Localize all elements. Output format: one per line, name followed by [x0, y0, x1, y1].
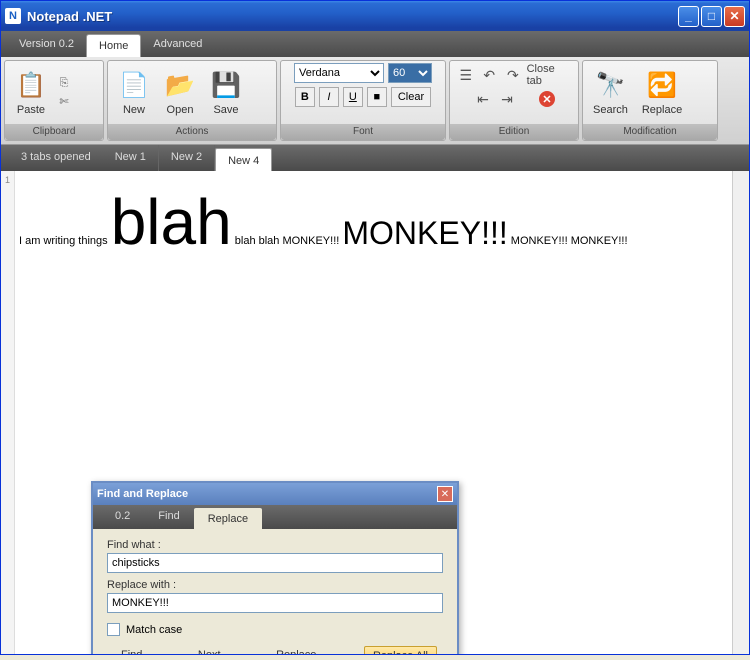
close-tab-icon[interactable]: ✕	[539, 91, 555, 107]
dialog-find-button[interactable]: Find	[113, 646, 150, 654]
dialog-tabs: 0.2 Find Replace	[93, 505, 457, 529]
text-segment: blah blah MONKEY!!!	[232, 235, 343, 247]
dialog-next-button[interactable]: Next	[190, 646, 229, 654]
menu-home[interactable]: Home	[86, 34, 141, 57]
list-icon[interactable]: ☰	[456, 65, 476, 85]
find-input[interactable]	[107, 553, 443, 573]
dialog-tab-replace[interactable]: Replace	[194, 508, 262, 529]
app-window: N Notepad .NET _ □ ✕ Version 0.2 Home Ad…	[0, 0, 750, 655]
replace-icon: 🔁	[646, 70, 678, 102]
close-button[interactable]: ✕	[724, 6, 745, 27]
window-title: Notepad .NET	[27, 9, 678, 24]
folder-open-icon: 📂	[164, 70, 196, 102]
line-gutter: 1	[1, 171, 15, 654]
tab-new-1[interactable]: New 1	[103, 145, 159, 171]
search-button[interactable]: 🔭 Search	[587, 68, 634, 118]
vertical-scrollbar[interactable]	[732, 171, 749, 654]
group-label-edition: Edition	[450, 124, 578, 140]
replace-input[interactable]	[107, 593, 443, 613]
indent-left-icon[interactable]: ⇤	[473, 89, 493, 109]
find-replace-dialog: Find and Replace ✕ 0.2 Find Replace Find…	[91, 481, 459, 654]
cut-icon[interactable]: ✄	[55, 94, 73, 110]
text-segment: blah	[111, 186, 232, 258]
group-label-modification: Modification	[583, 124, 717, 140]
binoculars-icon: 🔭	[594, 70, 626, 102]
ribbon-group-modification: 🔭 Search 🔁 Replace Modification	[582, 60, 718, 141]
tabs-count: 3 tabs opened	[9, 145, 103, 171]
group-label-actions: Actions	[108, 124, 276, 140]
maximize-button[interactable]: □	[701, 6, 722, 27]
app-icon: N	[5, 8, 21, 24]
font-name-select[interactable]: Verdana	[294, 63, 384, 83]
menu-advanced[interactable]: Advanced	[141, 31, 214, 57]
clipboard-icon: 📋	[15, 70, 47, 102]
document-text[interactable]: I am writing things blah blah blah MONKE…	[19, 175, 749, 259]
indent-right-icon[interactable]: ⇥	[497, 89, 517, 109]
dialog-titlebar[interactable]: Find and Replace ✕	[93, 483, 457, 505]
text-segment: MONKEY!!!	[342, 215, 507, 251]
minimize-button[interactable]: _	[678, 6, 699, 27]
clear-format-button[interactable]: Clear	[391, 87, 431, 107]
tab-new-2[interactable]: New 2	[159, 145, 215, 171]
undo-icon[interactable]: ↶	[480, 65, 500, 85]
italic-button[interactable]: I	[319, 87, 339, 107]
dialog-replace-button[interactable]: Replace	[268, 646, 324, 654]
group-label-font: Font	[281, 124, 445, 140]
match-case-label: Match case	[126, 624, 182, 636]
save-icon: 💾	[210, 70, 242, 102]
underline-button[interactable]: U	[343, 87, 363, 107]
find-label: Find what :	[107, 539, 443, 551]
ribbon-group-edition: ☰ ↶ ↷ Close tab ⇤ ⇥ ✕ Edition	[449, 60, 579, 141]
group-label-clipboard: Clipboard	[5, 124, 103, 140]
close-tab-link[interactable]: Close tab	[527, 63, 572, 87]
dialog-close-button[interactable]: ✕	[437, 486, 453, 502]
dialog-tab-find[interactable]: Find	[144, 505, 193, 529]
line-number: 1	[1, 175, 14, 185]
dialog-body: Find what : Replace with : Match case Fi…	[93, 529, 457, 654]
dialog-title: Find and Replace	[97, 488, 437, 500]
ribbon-group-font: Verdana 60 B I U ■ Clear Font	[280, 60, 446, 141]
bold-button[interactable]: B	[295, 87, 315, 107]
save-button[interactable]: 💾 Save	[204, 68, 248, 118]
ribbon: 📋 Paste ⎘ ✄ Clipboard 📄 New 📂 Open	[1, 57, 749, 145]
open-button[interactable]: 📂 Open	[158, 68, 202, 118]
copy-icon[interactable]: ⎘	[55, 76, 73, 92]
menu-version[interactable]: Version 0.2	[7, 31, 86, 57]
new-button[interactable]: 📄 New	[112, 68, 156, 118]
color-button[interactable]: ■	[367, 87, 387, 107]
dialog-tab-version[interactable]: 0.2	[101, 505, 144, 529]
menubar: Version 0.2 Home Advanced	[1, 31, 749, 57]
titlebar[interactable]: N Notepad .NET _ □ ✕	[1, 1, 749, 31]
font-size-select[interactable]: 60	[388, 63, 432, 83]
ribbon-group-actions: 📄 New 📂 Open 💾 Save Actions	[107, 60, 277, 141]
replace-label: Replace with :	[107, 579, 443, 591]
paste-button[interactable]: 📋 Paste	[9, 68, 53, 118]
new-file-icon: 📄	[118, 70, 150, 102]
redo-icon[interactable]: ↷	[503, 65, 523, 85]
dialog-replace-all-button[interactable]: Replace All	[364, 646, 437, 654]
text-segment: MONKEY!!! MONKEY!!!	[508, 235, 628, 247]
text-segment: I am writing things	[19, 235, 111, 247]
ribbon-group-clipboard: 📋 Paste ⎘ ✄ Clipboard	[4, 60, 104, 141]
match-case-checkbox[interactable]	[107, 623, 120, 636]
editor-area[interactable]: 1 I am writing things blah blah blah MON…	[1, 171, 749, 654]
replace-button[interactable]: 🔁 Replace	[636, 68, 688, 118]
tabstrip: 3 tabs opened New 1 New 2 New 4	[1, 145, 749, 171]
tab-new-4[interactable]: New 4	[215, 148, 272, 171]
